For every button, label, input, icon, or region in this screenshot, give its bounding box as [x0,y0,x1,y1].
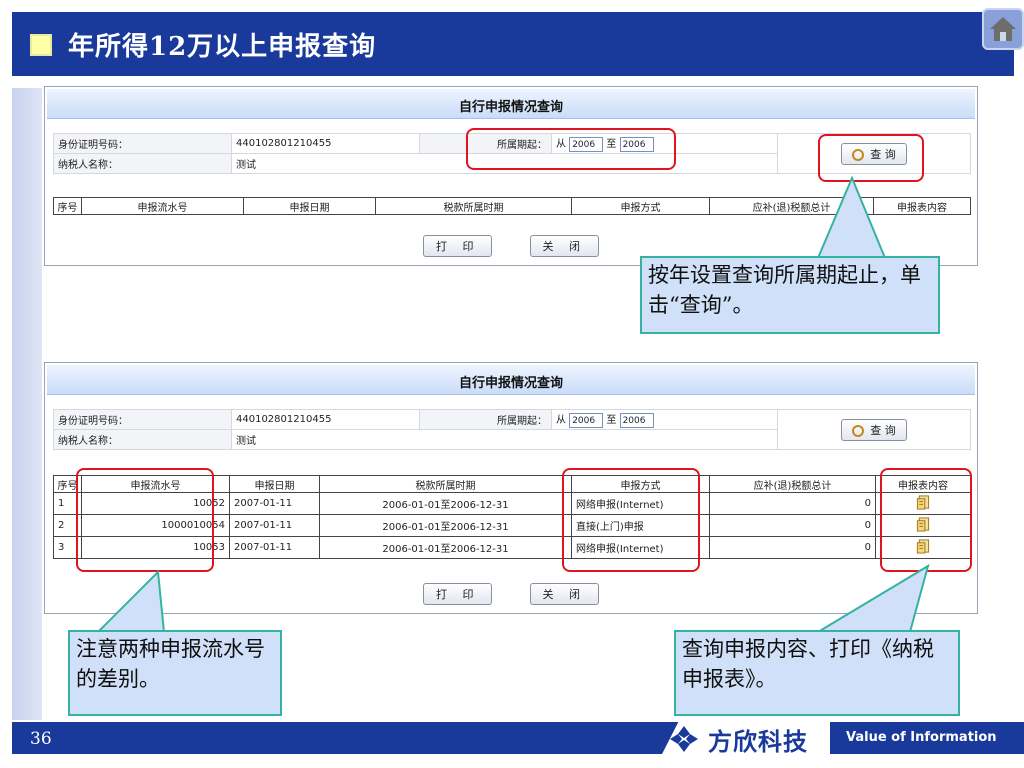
logo-text: 方欣科技 [708,728,808,756]
slide: 年所得12万以上申报查询 自行申报情况查询 身份证明号码： 4401028012… [0,0,1024,768]
page-number: 36 [30,729,52,749]
logo-mark-icon [670,726,698,752]
slogan: Value of Information [846,730,997,745]
callout-serial: 注意两种申报流水号的差别。 [68,630,282,716]
callout-query: 按年设置查询所属期起止，单击“查询”。 [640,256,940,334]
company-logo: 方欣科技 Value of Information [650,718,1024,758]
callout-content: 查询申报内容、打印《纳税申报表》。 [674,630,960,716]
